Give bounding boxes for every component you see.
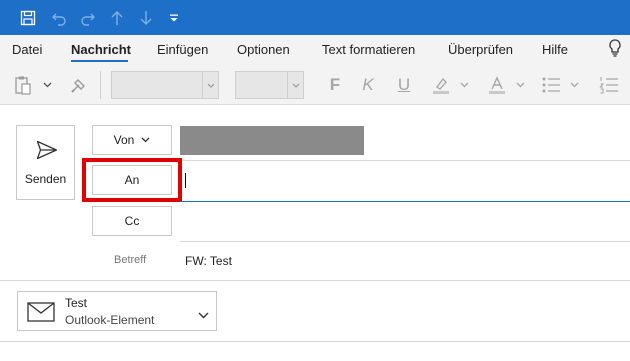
paste-icon[interactable]	[10, 65, 36, 105]
title-bar	[0, 0, 630, 35]
from-button[interactable]: Von	[92, 125, 172, 155]
tab-optionen[interactable]: Optionen	[237, 35, 290, 65]
numbering-icon[interactable]	[596, 65, 622, 105]
attachment-type: Outlook-Element	[65, 313, 155, 327]
redo-icon[interactable]	[77, 0, 99, 35]
undo-icon[interactable]	[48, 0, 70, 35]
arrow-down-icon[interactable]	[136, 0, 156, 35]
customize-quick-access-icon[interactable]	[166, 0, 182, 35]
highlight-box	[82, 158, 182, 202]
tab-datei[interactable]: Datei	[12, 35, 42, 65]
highlight-icon[interactable]	[428, 65, 454, 105]
send-icon	[36, 140, 58, 165]
redacted-sender-address	[180, 126, 364, 155]
font-name-combo[interactable]	[111, 71, 219, 99]
chevron-down-icon[interactable]	[202, 72, 218, 98]
bullets-icon[interactable]	[538, 65, 564, 105]
divider	[0, 280, 630, 281]
chevron-down-icon[interactable]	[287, 72, 303, 98]
attachment-item[interactable]: Test Outlook-Element	[17, 291, 217, 331]
chevron-down-icon[interactable]	[512, 65, 528, 105]
bold-button[interactable]: F	[325, 65, 345, 105]
cc-input-underline[interactable]	[180, 241, 630, 242]
active-tab-indicator	[71, 60, 128, 62]
font-color-icon[interactable]	[484, 65, 510, 105]
lightbulb-icon[interactable]	[607, 38, 623, 68]
cc-button[interactable]: Cc	[92, 206, 172, 236]
send-button[interactable]: Senden	[16, 125, 75, 200]
cc-label: Cc	[124, 214, 140, 228]
chevron-down-icon[interactable]	[566, 65, 582, 105]
tab-hilfe[interactable]: Hilfe	[542, 35, 568, 65]
font-size-combo[interactable]	[235, 71, 304, 99]
subject-input[interactable]: FW: Test	[185, 254, 232, 268]
attachment-name: Test	[65, 296, 88, 310]
divider	[0, 341, 630, 342]
tab-text-formatieren[interactable]: Text formatieren	[322, 35, 415, 65]
to-input-underline[interactable]	[180, 201, 630, 202]
from-label: Von	[113, 133, 135, 147]
arrow-up-icon[interactable]	[107, 0, 127, 35]
format-painter-icon[interactable]	[66, 65, 92, 105]
tab-ueberpruefen[interactable]: Überprüfen	[448, 35, 513, 65]
paste-dropdown-chevron-icon[interactable]	[38, 65, 56, 105]
italic-button[interactable]: K	[358, 65, 378, 105]
ribbon-separator	[100, 71, 101, 99]
save-icon[interactable]	[16, 0, 40, 35]
subject-label: Betreff	[114, 254, 147, 266]
envelope-icon	[27, 302, 55, 327]
ribbon-toolbar: F K U	[0, 65, 630, 105]
underline-button[interactable]: U	[394, 65, 414, 105]
chevron-down-icon	[141, 137, 150, 143]
chevron-down-icon[interactable]	[456, 65, 472, 105]
tab-einfuegen[interactable]: Einfügen	[157, 35, 208, 65]
text-cursor	[185, 173, 186, 188]
send-label: Senden	[24, 172, 67, 186]
chevron-down-icon[interactable]	[198, 306, 209, 324]
outlook-compose-window: Datei Nachricht Einfügen Optionen Text f…	[0, 0, 630, 361]
divider	[180, 160, 630, 161]
